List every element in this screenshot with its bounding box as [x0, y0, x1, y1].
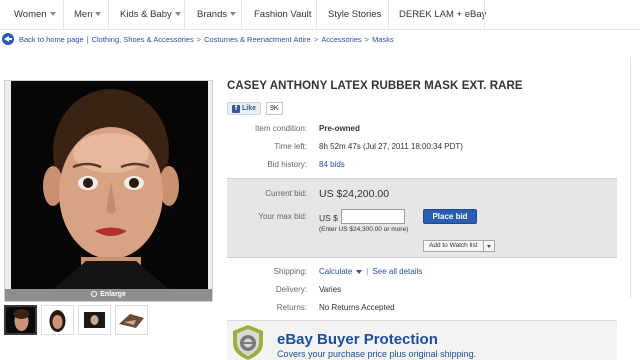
nav-divider	[484, 0, 485, 30]
bid-hint: (Enter US $24,300.00 or more)	[319, 226, 409, 233]
nav-divider	[108, 0, 109, 30]
breadcrumb-separator: |	[86, 34, 89, 44]
nav-item-men[interactable]: Men	[74, 9, 102, 20]
like-count: 9K	[266, 102, 283, 115]
thumbnail-image	[79, 306, 110, 334]
thumbnail[interactable]	[115, 305, 148, 335]
thumbnail-strip	[4, 305, 149, 337]
thumbnail[interactable]	[41, 305, 74, 335]
nav-divider	[241, 0, 242, 30]
current-bid-label: Current bid:	[265, 189, 307, 198]
breadcrumb-chevron: >	[364, 34, 370, 44]
breadcrumb-chevron: >	[196, 34, 202, 44]
delivery-row: Delivery: Varies	[227, 285, 627, 299]
breadcrumb: Back to home page | Clothing, Shoes & Ac…	[2, 31, 394, 47]
nav-divider	[388, 0, 389, 30]
nav-item-brands[interactable]: Brands	[197, 9, 237, 20]
item-condition-row: Item condition: Pre-owned	[227, 124, 627, 138]
nav-divider	[184, 0, 185, 30]
bid-box: Current bid: US $24,200.00 Your max bid:…	[227, 178, 617, 258]
chevron-down-icon[interactable]	[484, 241, 494, 251]
shield-icon	[233, 325, 263, 360]
bid-history-row: Bid history: 84 bids	[227, 160, 627, 174]
time-left-label: Time left:	[274, 142, 307, 151]
facebook-icon: f	[232, 104, 240, 113]
nav-item-style-stories[interactable]: Style Stories	[328, 9, 381, 20]
returns-value: No Returns Accepted	[319, 303, 395, 312]
buyer-protection-subtitle: Covers your purchase price plus original…	[277, 349, 477, 359]
enlarge-button[interactable]: Enlarge	[5, 289, 212, 301]
divider: |	[366, 267, 369, 276]
returns-label: Returns:	[276, 303, 307, 312]
top-navigation: Women Men Kids & Baby Brands Fashion Vau…	[0, 0, 640, 30]
item-condition-value: Pre-owned	[319, 124, 360, 133]
chevron-down-icon	[49, 12, 56, 17]
item-photo[interactable]	[11, 81, 208, 291]
nav-item-derek-lam[interactable]: DEREK LAM + eBay	[399, 9, 486, 20]
chevron-down-icon	[174, 12, 181, 17]
nav-divider	[316, 0, 317, 30]
nav-item-fashion-vault[interactable]: Fashion Vault	[254, 9, 311, 20]
thumbnail[interactable]	[78, 305, 111, 335]
breadcrumb-costumes[interactable]: Costumes & Reenactment Attire	[204, 35, 311, 44]
bid-history-label: Bid history:	[267, 160, 307, 169]
time-left-row: Time left: 8h 52m 47s (Jul 27, 2011 18:0…	[227, 142, 627, 156]
right-column-divider	[630, 58, 640, 298]
time-left-value: 8h 52m 47s (Jul 27, 2011 18:00:34 PDT)	[319, 142, 463, 151]
nav-item-kids-baby[interactable]: Kids & Baby	[120, 9, 181, 20]
max-bid-label: Your max bid:	[258, 212, 307, 221]
back-to-home-link[interactable]: Back to home page	[19, 35, 84, 44]
item-image-panel: Enlarge	[4, 80, 213, 302]
nav-divider	[63, 0, 64, 30]
max-bid-currency: US $	[319, 213, 338, 223]
shipping-label: Shipping:	[273, 267, 307, 276]
thumbnail-image	[42, 306, 73, 334]
add-to-watch-list-button[interactable]: Add to Watch list	[423, 240, 495, 252]
chevron-down-icon	[95, 12, 102, 17]
item-condition-label: Item condition:	[254, 124, 307, 133]
returns-row: Returns: No Returns Accepted	[227, 303, 627, 317]
breadcrumb-chevron: >	[313, 34, 319, 44]
thumbnail-image	[6, 307, 35, 333]
chevron-down-icon	[356, 269, 363, 274]
see-all-details-link[interactable]: See all details	[372, 267, 422, 276]
delivery-value: Varies	[319, 285, 342, 294]
nav-item-women[interactable]: Women	[14, 9, 56, 20]
back-arrow-icon[interactable]	[2, 33, 14, 45]
current-bid-value: US $24,200.00	[319, 188, 390, 200]
shipping-value: Calculate | See all details	[319, 267, 422, 276]
max-bid-input[interactable]	[341, 209, 405, 224]
item-title: CASEY ANTHONY LATEX RUBBER MASK EXT. RAR…	[227, 80, 523, 92]
thumbnail-image	[116, 306, 147, 334]
facebook-like-button[interactable]: f Like	[227, 102, 262, 115]
buyer-protection-banner: eBay Buyer Protection Covers your purcha…	[227, 320, 617, 360]
shipping-row: Shipping: Calculate | See all details	[227, 267, 627, 281]
zoom-icon	[91, 291, 98, 297]
breadcrumb-masks[interactable]: Masks	[372, 35, 394, 44]
breadcrumb-accessories[interactable]: Accessories	[321, 35, 361, 44]
facebook-like-row: f Like 9K	[227, 102, 283, 115]
mask-photo-image	[11, 81, 208, 291]
breadcrumb-clothing[interactable]: Clothing, Shoes & Accessories	[92, 35, 194, 44]
buyer-protection-title: eBay Buyer Protection	[277, 331, 438, 348]
place-bid-button[interactable]: Place bid	[423, 209, 477, 224]
thumbnail[interactable]	[4, 305, 37, 335]
bid-history-link[interactable]: 84 bids	[319, 160, 345, 169]
chevron-down-icon	[230, 12, 237, 17]
delivery-label: Delivery:	[275, 285, 307, 294]
calculate-shipping-link[interactable]: Calculate	[319, 267, 363, 276]
